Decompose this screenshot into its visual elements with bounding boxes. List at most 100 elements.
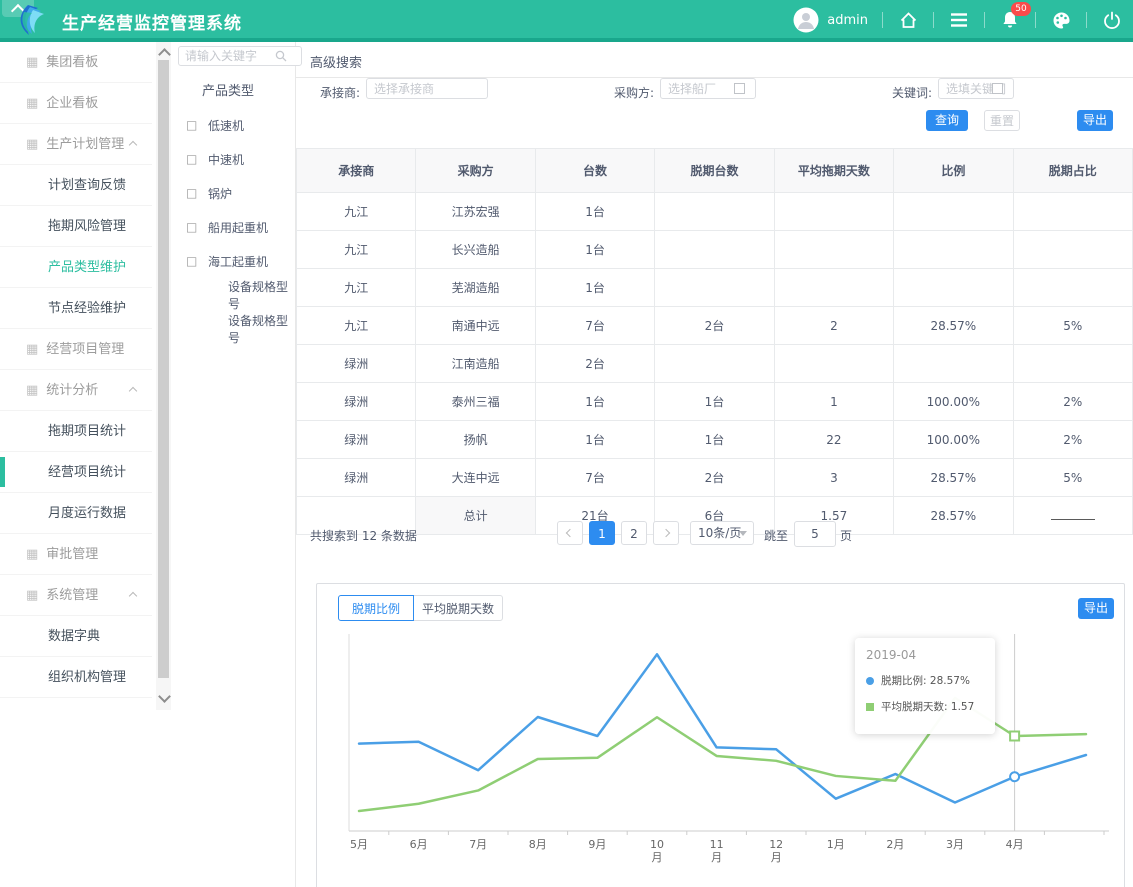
menu-item-icon: ▦ bbox=[26, 96, 38, 111]
page-button-2[interactable]: 2 bbox=[621, 521, 647, 545]
sidebar-item-label: 节点经验维护 bbox=[48, 301, 126, 316]
table-cell: 1台 bbox=[535, 193, 654, 231]
sidebar-item-label: 经营项目统计 bbox=[48, 465, 126, 480]
table-row[interactable]: 绿洲泰州三福1台1台1100.00%2% bbox=[297, 383, 1133, 421]
notifications-bell-icon[interactable]: 50 bbox=[999, 9, 1021, 31]
sidebar-item[interactable]: 节点经验维护 bbox=[0, 288, 152, 329]
table-cell: 2% bbox=[1013, 383, 1132, 421]
menu-item-icon: ▦ bbox=[26, 342, 38, 357]
sidebar-scrollbar-thumb[interactable] bbox=[158, 60, 169, 678]
username-label: admin bbox=[827, 13, 868, 28]
column-header: 平均拖期天数 bbox=[774, 149, 893, 193]
tab-delay-ratio[interactable]: 脱期比例 bbox=[338, 595, 414, 621]
table-row[interactable]: 九江南通中远7台2台228.57%5% bbox=[297, 307, 1133, 345]
tree-item[interactable]: □低速机 bbox=[175, 108, 295, 142]
sidebar-item[interactable]: ▦统计分析 bbox=[0, 370, 152, 411]
export-button[interactable]: 导出 bbox=[1077, 110, 1113, 131]
table-cell: 1台 bbox=[535, 231, 654, 269]
table-cell bbox=[1013, 193, 1132, 231]
column-header: 台数 bbox=[535, 149, 654, 193]
table-row[interactable]: 九江芜湖造船1台 bbox=[297, 269, 1133, 307]
table-row[interactable]: 绿洲江南造船2台 bbox=[297, 345, 1133, 383]
tree-item-icon: □ bbox=[186, 254, 200, 268]
table-row[interactable]: 九江长兴造船1台 bbox=[297, 231, 1133, 269]
table-cell: 2台 bbox=[535, 345, 654, 383]
checkbox-icon[interactable] bbox=[992, 83, 1003, 94]
sidebar-item-label: 产品类型维护 bbox=[48, 260, 126, 275]
table-body: 九江江苏宏强1台九江长兴造船1台九江芜湖造船1台九江南通中远7台2台228.57… bbox=[297, 193, 1133, 535]
reset-button[interactable]: 重置 bbox=[984, 110, 1020, 131]
sidebar-item-label: 拖期项目统计 bbox=[48, 424, 126, 439]
tree-item[interactable]: □ 锅炉 bbox=[175, 176, 295, 210]
sidebar-item[interactable]: 月度运行数据 bbox=[0, 493, 152, 534]
table-row[interactable]: 绿洲扬帆1台1台22100.00%2% bbox=[297, 421, 1133, 459]
user-avatar[interactable] bbox=[793, 7, 819, 33]
contractor-select-input[interactable] bbox=[366, 78, 488, 99]
table-cell: 7台 bbox=[535, 459, 654, 497]
chevron-up-icon bbox=[129, 141, 137, 149]
tree-item[interactable]: 设备规格型号 bbox=[175, 278, 295, 312]
table-cell bbox=[655, 231, 774, 269]
sidebar-item[interactable]: 计划查询反馈 bbox=[0, 165, 152, 206]
page-button-1[interactable]: 1 bbox=[589, 521, 615, 545]
sidebar-item[interactable]: 拖期项目统计 bbox=[0, 411, 152, 452]
menu-item-icon: ▦ bbox=[26, 588, 38, 603]
tree-item[interactable]: □海工起重机 bbox=[175, 244, 295, 278]
logout-power-icon[interactable] bbox=[1101, 9, 1123, 31]
home-icon[interactable] bbox=[897, 9, 919, 31]
table-cell: 28.57% bbox=[894, 497, 1013, 535]
checkbox-icon[interactable] bbox=[734, 83, 745, 94]
x-axis-tick-label: 1月 bbox=[823, 838, 849, 851]
page-size-select[interactable]: 10条/页 bbox=[690, 521, 754, 545]
tree-item-label: 中速机 bbox=[208, 151, 244, 168]
menu-icon[interactable] bbox=[948, 9, 970, 31]
tree-item[interactable]: □中速机 bbox=[175, 142, 295, 176]
sidebar-item[interactable]: ▦审批管理 bbox=[0, 534, 152, 575]
tree-item-icon: □ bbox=[186, 186, 200, 200]
sidebar-item[interactable]: 拖期风险管理 bbox=[0, 206, 152, 247]
tree-item-label: 船用起重机 bbox=[208, 219, 268, 236]
sidebar-item-label: 拖期风险管理 bbox=[48, 219, 126, 234]
chevron-up-icon bbox=[129, 387, 137, 395]
theme-palette-icon[interactable] bbox=[1050, 9, 1072, 31]
sidebar-item[interactable]: ▦经营项目管理 bbox=[0, 329, 152, 370]
sidebar-item[interactable]: ▦集团看板 bbox=[0, 42, 152, 83]
sidebar-item[interactable]: 经营项目统计 bbox=[0, 452, 152, 493]
sidebar-item[interactable]: ▦ 系统管理 bbox=[0, 575, 152, 616]
next-page-button[interactable] bbox=[653, 521, 679, 545]
tree-item[interactable]: □船用起重机 bbox=[175, 210, 295, 244]
x-axis-tick-label: 11月 bbox=[704, 838, 730, 864]
tree-items: □低速机□中速机□锅炉□船用起重机□海工起重机设备规格型号设备规格型号 bbox=[175, 108, 295, 346]
table-row[interactable]: 绿洲大连中远7台2台328.57%5% bbox=[297, 459, 1133, 497]
table-cell bbox=[655, 345, 774, 383]
table-cell: 大连中远 bbox=[416, 459, 535, 497]
sidebar-item[interactable]: 数据字典 bbox=[0, 616, 152, 657]
table-cell: 绿洲 bbox=[297, 383, 416, 421]
sidebar-item[interactable]: 组织机构管理 bbox=[0, 657, 152, 698]
x-axis-tick-label: 5月 bbox=[346, 838, 372, 851]
table-row[interactable]: 九江江苏宏强1台 bbox=[297, 193, 1133, 231]
query-button[interactable]: 查询 bbox=[926, 110, 968, 131]
sidebar-item-label: 系统管理 bbox=[46, 588, 98, 603]
tree-item[interactable]: 设备规格型号 bbox=[175, 312, 295, 346]
table-cell bbox=[894, 231, 1013, 269]
product-tree-panel: 产品类型 □低速机□中速机□锅炉□船用起重机□海工起重机设备规格型号设备规格型号 bbox=[175, 42, 296, 887]
sidebar-item[interactable]: ▦生产计划管理 bbox=[0, 124, 152, 165]
top-header: 生产经营监控管理系统 admin bbox=[0, 0, 1133, 42]
x-axis-tick-label: 2月 bbox=[882, 838, 908, 851]
prev-page-button[interactable] bbox=[557, 521, 583, 545]
table-cell bbox=[1013, 269, 1132, 307]
tree-item-icon: □ bbox=[186, 118, 200, 132]
table-cell: 绿洲 bbox=[297, 421, 416, 459]
sidebar-item-label: 计划查询反馈 bbox=[48, 178, 126, 193]
jump-unit-label: 页 bbox=[840, 527, 852, 544]
sidebar-item[interactable]: ▦企业看板 bbox=[0, 83, 152, 124]
tooltip-date: 2019-04 bbox=[866, 648, 984, 662]
tree-item-label: 锅炉 bbox=[208, 185, 232, 202]
divider bbox=[984, 12, 985, 28]
jump-page-input[interactable] bbox=[794, 521, 836, 547]
tooltip-label: 平均脱期天数 bbox=[881, 699, 944, 714]
dash-placeholder bbox=[1051, 518, 1095, 520]
table-cell: 100.00% bbox=[894, 421, 1013, 459]
sidebar-item[interactable]: 产品类型维护 bbox=[0, 247, 152, 288]
